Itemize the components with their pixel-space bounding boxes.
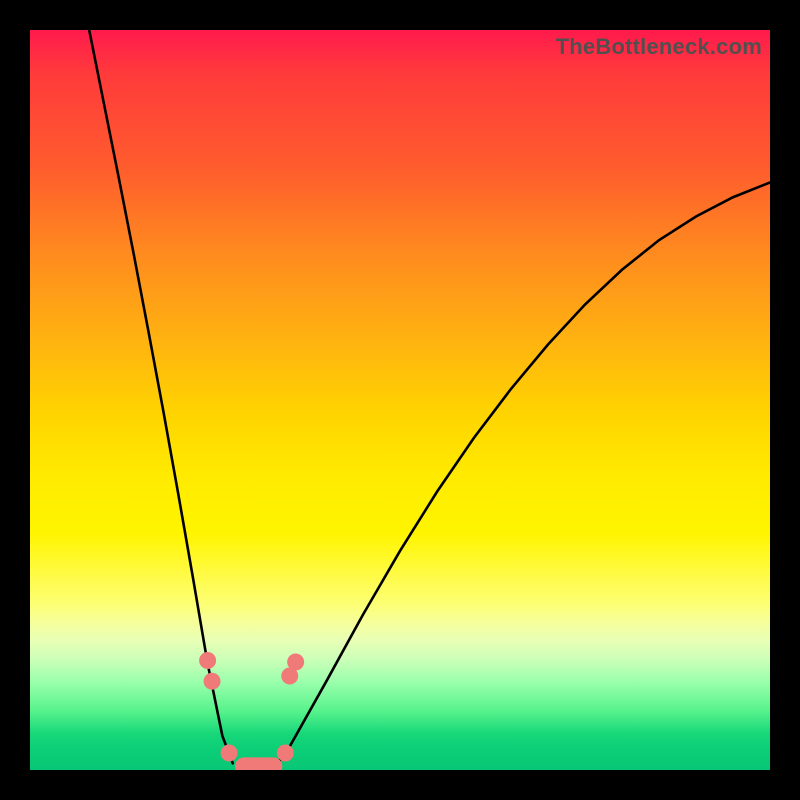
marker-dot-3 bbox=[277, 744, 294, 761]
marker-dot-1 bbox=[204, 673, 221, 690]
curve-ascending-branch bbox=[274, 182, 770, 767]
marker-pill-6 bbox=[235, 757, 282, 770]
marker-dot-2 bbox=[221, 744, 238, 761]
marker-dot-0 bbox=[199, 652, 216, 669]
marker-dot-5 bbox=[287, 653, 304, 670]
plot-area: TheBottleneck.com bbox=[30, 30, 770, 770]
curves-svg bbox=[30, 30, 770, 770]
outer-frame: TheBottleneck.com bbox=[0, 0, 800, 800]
